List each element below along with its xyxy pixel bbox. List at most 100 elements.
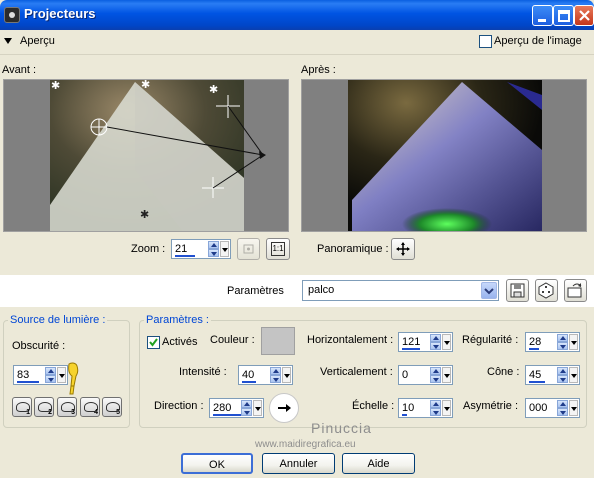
window-title: Projecteurs — [24, 6, 96, 21]
preview-toggle-label[interactable]: Aperçu — [20, 35, 55, 47]
cancel-button[interactable]: Annuler — [262, 453, 335, 474]
enabled-checkbox[interactable] — [147, 336, 160, 349]
light-preset-5-button[interactable]: 5 — [102, 397, 122, 417]
cone-label: Cône : — [487, 366, 520, 378]
help-button[interactable]: Aide — [342, 453, 415, 474]
intensity-spinner[interactable] — [270, 367, 281, 383]
direction-dropdown-arrow[interactable] — [253, 400, 262, 416]
asymmetry-spinner[interactable] — [557, 400, 568, 416]
horizontal-label: Horizontalement : — [307, 334, 394, 346]
ok-button[interactable]: OK — [181, 453, 253, 474]
after-preview-image — [302, 80, 586, 231]
move-icon — [396, 242, 410, 256]
collapse-arrow-icon[interactable] — [4, 38, 12, 44]
zoom-fit-button[interactable] — [237, 238, 260, 260]
direction-spinner[interactable] — [241, 400, 252, 416]
pan-button[interactable] — [391, 238, 415, 260]
pointing-hand-icon — [63, 362, 81, 396]
light-preset-4-label: 4 — [94, 409, 98, 416]
zoom-value: 21 — [175, 243, 188, 255]
color-swatch[interactable] — [261, 327, 295, 355]
light-preset-3-button[interactable]: 3 — [57, 397, 77, 417]
scale-value: 10 — [402, 402, 415, 414]
image-preview-checkbox[interactable] — [479, 35, 492, 48]
save-preset-button[interactable] — [506, 279, 529, 302]
chevron-down-icon — [484, 288, 494, 295]
cone-input[interactable]: 45 — [525, 365, 580, 385]
regularity-input[interactable]: 28 — [525, 332, 580, 352]
vertical-value: 0 — [402, 369, 409, 381]
parameters-title: Paramètres : — [144, 314, 211, 326]
actual-size-icon: 1:1 — [271, 242, 285, 256]
horizontal-spinner[interactable] — [430, 334, 441, 350]
presets-dropdown-arrow[interactable] — [481, 282, 497, 299]
fit-icon — [243, 244, 254, 254]
horizontal-dropdown-arrow[interactable] — [442, 334, 451, 350]
intensity-dropdown-arrow[interactable] — [282, 367, 291, 383]
maximize-icon — [558, 10, 570, 22]
light-preset-2-label: 2 — [48, 409, 52, 416]
vertical-spinner[interactable] — [430, 367, 441, 383]
close-icon — [579, 10, 590, 21]
light-source-title: Source de lumière : — [8, 314, 108, 326]
arrow-right-icon — [278, 404, 291, 412]
intensity-label: Intensité : — [179, 366, 227, 378]
maximize-button[interactable] — [553, 5, 574, 26]
light-preset-2-button[interactable]: 2 — [34, 397, 54, 417]
app-icon — [4, 7, 20, 23]
zoom-input[interactable]: 21 — [171, 239, 231, 259]
asymmetry-value: 000 — [529, 402, 548, 414]
light-preset-1-button[interactable]: 1 — [12, 397, 32, 417]
minimize-button[interactable] — [532, 5, 553, 26]
cone-dropdown-arrow[interactable] — [569, 367, 578, 383]
intensity-value: 40 — [242, 369, 255, 381]
zoom-spinner[interactable] — [208, 241, 219, 257]
direction-input[interactable]: 280 — [209, 398, 264, 418]
horizontal-value: 121 — [402, 336, 421, 348]
darkness-label: Obscurité : — [12, 340, 66, 352]
after-label: Après : — [301, 64, 336, 76]
scale-dropdown-arrow[interactable] — [442, 400, 451, 416]
enabled-label: Activés — [162, 336, 198, 348]
checkmark-icon — [149, 338, 158, 347]
randomize-button[interactable] — [535, 279, 558, 302]
scale-spinner[interactable] — [430, 400, 441, 416]
svg-text:✱: ✱ — [51, 80, 60, 92]
color-label: Couleur : — [210, 334, 255, 346]
asymmetry-input[interactable]: 000 — [525, 398, 580, 418]
watermark-url: www.maidiregrafica.eu — [255, 439, 356, 450]
cone-spinner[interactable] — [557, 367, 568, 383]
vertical-input[interactable]: 0 — [398, 365, 453, 385]
zoom-one-to-one-button[interactable]: 1:1 — [266, 238, 290, 260]
regularity-dropdown-arrow[interactable] — [569, 334, 578, 350]
direction-label: Direction : — [154, 400, 204, 412]
presets-dropdown[interactable]: palco — [302, 280, 499, 301]
svg-text:✱: ✱ — [141, 80, 150, 91]
before-preview[interactable]: ✱ ✱ ✱ ✱ — [3, 79, 289, 232]
light-preset-1-label: 1 — [26, 409, 30, 416]
asymmetry-dropdown-arrow[interactable] — [569, 400, 578, 416]
vertical-label: Verticalement : — [320, 366, 393, 378]
svg-text:✱: ✱ — [209, 83, 218, 96]
zoom-label: Zoom : — [131, 243, 166, 255]
regularity-spinner[interactable] — [557, 334, 568, 350]
direction-dial[interactable] — [269, 393, 299, 423]
save-icon — [510, 283, 525, 298]
intensity-input[interactable]: 40 — [238, 365, 293, 385]
reset-icon — [567, 283, 582, 298]
darkness-spinner[interactable] — [45, 367, 56, 383]
regularity-value: 28 — [529, 336, 542, 348]
horizontal-input[interactable]: 121 — [398, 332, 453, 352]
darkness-input[interactable]: 83 — [13, 365, 68, 385]
scale-label: Échelle : — [352, 400, 395, 412]
cone-value: 45 — [529, 369, 542, 381]
close-button[interactable] — [574, 5, 594, 26]
before-label: Avant : — [2, 64, 37, 76]
zoom-dropdown-arrow[interactable] — [220, 241, 229, 257]
reset-button[interactable] — [564, 279, 587, 302]
scale-input[interactable]: 10 — [398, 398, 453, 418]
vertical-dropdown-arrow[interactable] — [442, 367, 451, 383]
presets-value: palco — [308, 284, 335, 296]
before-preview-image[interactable]: ✱ ✱ ✱ ✱ — [4, 80, 289, 232]
light-preset-4-button[interactable]: 4 — [80, 397, 100, 417]
